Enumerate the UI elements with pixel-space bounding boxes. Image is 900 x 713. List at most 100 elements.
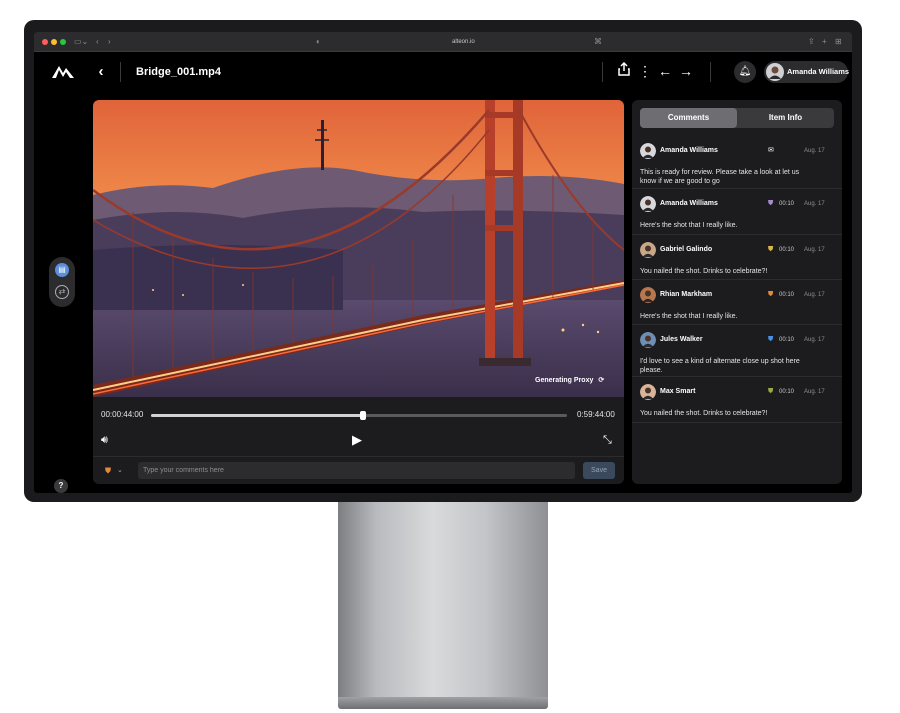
privacy-shield-icon[interactable]: ◐ [316, 36, 321, 48]
avatar [766, 63, 784, 81]
comment-item[interactable]: Gabriel Galindo ⛊ 00:10 Aug. 17 You nailed t… [632, 235, 842, 280]
zoom-window-icon[interactable] [60, 39, 66, 45]
screen: ▭⌄ ‹ › ◐ alteon.io ⌘ ⇪ + ⊞ ‹ Bridge_001.… [34, 32, 852, 493]
proxy-status: Generating Proxy ⟳ [535, 376, 604, 386]
comment-text: Here's the shot that I really like. [640, 222, 738, 229]
minimize-window-icon[interactable] [51, 39, 57, 45]
comment-date: Aug. 17 [804, 247, 825, 253]
shield-flag-icon: ⛊ [768, 336, 774, 343]
comment-date: Aug. 17 [804, 201, 825, 207]
shield-flag-icon: ⛊ [768, 200, 774, 207]
comment-text: You nailed the shot. Drinks to celebrate… [640, 410, 768, 417]
current-time: 00:00:44:00 [101, 410, 144, 419]
header-divider [602, 62, 603, 82]
browser-back-icon[interactable]: ‹ [96, 36, 99, 48]
monitor-bezel: ▭⌄ ‹ › ◐ alteon.io ⌘ ⇪ + ⊞ ‹ Bridge_001.… [24, 20, 862, 502]
comment-item[interactable]: Amanda Williams ⛊ 00:10 Aug. 17 Here's the s… [632, 189, 842, 235]
shield-flag-icon: ⛊ [768, 291, 774, 298]
comment-date: Aug. 17 [804, 292, 825, 298]
volume-icon[interactable]: 🔊︎ [101, 430, 108, 450]
panel-tabs: Comments Item Info [640, 108, 834, 128]
refresh-icon: ⟳ [598, 377, 605, 384]
more-icon[interactable]: ⋮ [636, 61, 654, 81]
chevron-down-icon[interactable]: ⌄ [117, 465, 123, 477]
browser-toolbar: ▭⌄ ‹ › ◐ alteon.io ⌘ ⇪ + ⊞ [34, 32, 852, 52]
avatar [640, 287, 656, 303]
comment-date: Aug. 17 [804, 337, 825, 343]
archive-icon[interactable]: ▤ [55, 263, 69, 277]
shield-flag-icon: ⛊ [768, 246, 774, 253]
sidebar-toggle-icon[interactable]: ▭⌄ [74, 36, 88, 48]
avatar [640, 384, 656, 400]
shield-color-icon[interactable]: ⛊ [105, 465, 111, 477]
scrub-handle[interactable] [360, 411, 367, 420]
fullscreen-icon[interactable]: ⤡ [603, 430, 612, 450]
user-name: Amanda Williams [787, 67, 850, 76]
side-rail: ▤ ⇄ [49, 257, 75, 307]
comment-author: Amanda Williams [660, 200, 718, 207]
tab-overview-icon[interactable]: ⊞ [835, 36, 842, 48]
header-divider [710, 62, 711, 82]
video-player: Generating Proxy ⟳ 00:00:44:00 0:59:44:0… [93, 100, 624, 484]
play-icon[interactable]: ▶ [352, 430, 362, 450]
avatar [640, 143, 656, 159]
comment-item[interactable]: Amanda Williams ✉ Aug. 17 This is ready for… [632, 136, 842, 189]
comment-text: You nailed the shot. Drinks to celebrate… [640, 268, 768, 275]
user-menu-button[interactable]: Amanda Williams [764, 61, 850, 83]
monitor-stand [338, 502, 548, 697]
monitor-stand-base [338, 697, 548, 709]
new-tab-icon[interactable]: + [822, 36, 827, 48]
comment-author: Gabriel Galindo [660, 246, 713, 253]
back-button[interactable]: ‹ [94, 62, 108, 82]
comment-item[interactable]: Rhian Markham ⛊ 00:10 Aug. 17 Here's the sho… [632, 280, 842, 325]
video-frame[interactable] [93, 100, 624, 397]
save-button[interactable]: Save [583, 462, 615, 479]
comment-author: Amanda Williams [660, 147, 718, 154]
comment-author: Jules Walker [660, 336, 703, 343]
shield-flag-icon: ✉ [768, 147, 774, 154]
app-header: ‹ Bridge_001.mp4 ⋮ ← → 🔔︎ Amanda William… [34, 52, 852, 93]
comment-date: Aug. 17 [804, 389, 825, 395]
comment-input[interactable] [138, 462, 575, 479]
tab-item-info[interactable]: Item Info [737, 108, 834, 128]
comment-author: Rhian Markham [660, 291, 713, 298]
shield-flag-icon: ⛊ [768, 388, 774, 395]
prev-arrow-icon[interactable]: ← [656, 61, 674, 81]
help-icon[interactable]: ? [54, 479, 68, 493]
avatar [640, 332, 656, 348]
translate-icon[interactable]: ⌘ [594, 36, 602, 48]
comment-text: Here's the shot that I really like. [640, 313, 738, 320]
url-text[interactable]: alteon.io [452, 37, 475, 47]
comment-text: I'd love to see a kind of alternate clos… [640, 358, 800, 374]
file-title: Bridge_001.mp4 [136, 66, 221, 78]
playback-controls: 🔊︎ ▶ ⤡ [93, 430, 624, 450]
share-icon[interactable] [615, 61, 633, 81]
tab-comments[interactable]: Comments [640, 108, 737, 128]
comment-composer: ⛊ ⌄ Save [93, 456, 624, 484]
share-page-icon[interactable]: ⇪ [808, 36, 815, 48]
comment-author: Max Smart [660, 388, 696, 395]
comment-item[interactable]: Max Smart ⛊ 00:10 Aug. 17 You nailed the sho… [632, 377, 842, 423]
comment-item[interactable]: Jules Walker ⛊ 00:10 Aug. 17 I'd love to see… [632, 325, 842, 377]
scrub-track[interactable] [151, 411, 567, 420]
alteon-logo-icon[interactable] [52, 64, 74, 78]
comment-timecode[interactable]: 00:10 [779, 335, 794, 345]
browser-forward-icon[interactable]: › [108, 36, 111, 48]
close-window-icon[interactable] [42, 39, 48, 45]
sync-icon[interactable]: ⇄ [55, 285, 69, 299]
comment-text: This is ready for review. Please take a … [640, 169, 800, 185]
header-divider [120, 62, 121, 82]
timeline: 00:00:44:00 0:59:44:00 [93, 405, 624, 425]
avatar [640, 242, 656, 258]
proxy-label: Generating Proxy [535, 377, 594, 384]
comment-timecode[interactable]: 00:10 [779, 199, 794, 209]
total-time: 0:59:44:00 [577, 410, 615, 419]
next-arrow-icon[interactable]: → [677, 61, 695, 81]
avatar [640, 196, 656, 212]
comment-date: Aug. 17 [804, 148, 825, 154]
comment-timecode[interactable]: 00:10 [779, 387, 794, 397]
scrub-progress [151, 414, 364, 417]
bell-icon[interactable]: 🔔︎ [734, 61, 756, 83]
comment-timecode[interactable]: 00:10 [779, 290, 794, 300]
comment-timecode[interactable]: 00:10 [779, 245, 794, 255]
